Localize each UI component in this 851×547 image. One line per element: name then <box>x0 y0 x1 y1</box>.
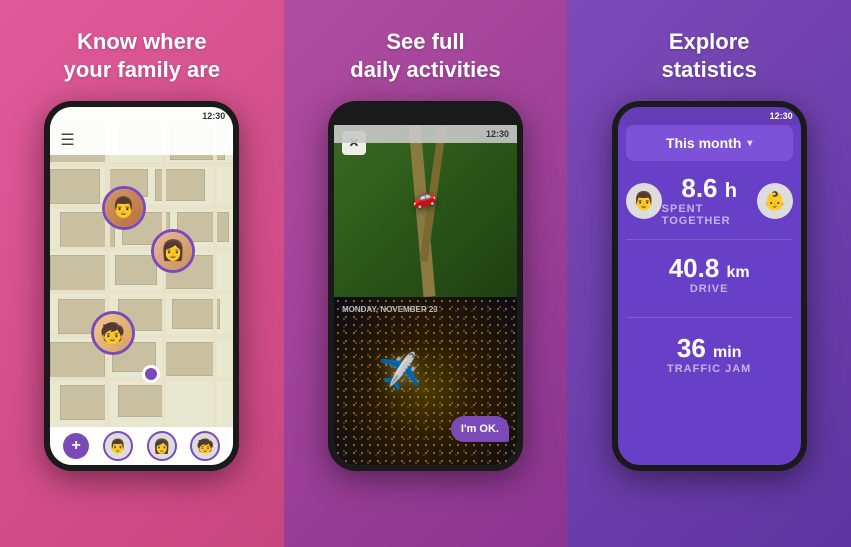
period-selector[interactable]: This month ▾ <box>626 125 793 161</box>
stat-hours-block: 8.6 h SPENT TOGETHER <box>662 175 757 227</box>
activity-screen: 12:30 ✕ 🚗 <box>334 125 517 465</box>
phone-1-screen: ☰ 12:30 👨 👩 🧒 <box>50 107 233 465</box>
airplane-icon: ✈️ <box>377 350 423 394</box>
avatar-pin-woman: 👩 <box>151 229 195 273</box>
stat-row-drive: 40.8 km DRIVE <box>626 255 793 295</box>
stat-drive-label: DRIVE <box>690 283 729 295</box>
status-bar-3: 12:30 <box>618 107 801 125</box>
avatar-baby-stat: 👶 <box>757 183 793 219</box>
stat-hours-value: 8.6 h <box>681 175 737 201</box>
bottom-avatar-man[interactable]: 👨 <box>103 431 133 461</box>
stat-row-hours: 👨 8.6 h SPENT TOGETHER 👶 <box>626 175 793 227</box>
map-screen: ☰ 12:30 👨 👩 🧒 <box>50 107 233 465</box>
status-bar-1: 12:30 <box>50 107 233 125</box>
location-dot <box>142 365 160 383</box>
map-header: ☰ <box>50 125 233 155</box>
avatar-pin-child: 🧒 <box>91 311 135 355</box>
add-button[interactable]: + <box>63 433 89 459</box>
phone-2-frame: 12:30 ✕ 🚗 <box>328 101 523 471</box>
stat-traffic-label: TRAFFIC JAM <box>667 363 751 375</box>
stat-drive-block: 40.8 km DRIVE <box>626 255 793 295</box>
avatar-pin-man: 👨 <box>102 186 146 230</box>
stat-row-traffic: 36 min TRAFFIC JAM <box>626 335 793 375</box>
status-time-2: 12:30 <box>486 129 509 139</box>
bottom-avatar-child[interactable]: 🧒 <box>190 431 220 461</box>
date-badge: MONDAY, NOVEMBER 23 <box>342 305 438 314</box>
status-bar-2: 12:30 <box>334 125 517 143</box>
panel-2-title: See fulldaily activities <box>350 28 500 83</box>
bottom-avatar-woman[interactable]: 👩 <box>147 431 177 461</box>
stat-drive-value: 40.8 km <box>669 255 750 281</box>
panel-know-where: Know whereyour family are <box>0 0 284 547</box>
message-bubble: I'm OK. <box>451 416 509 442</box>
stat-hours-label: SPENT TOGETHER <box>662 203 757 227</box>
terrain-map: ✕ 🚗 <box>334 125 517 297</box>
night-city-map: MONDAY, NOVEMBER 23 ✈️ I'm OK. <box>334 297 517 465</box>
period-label: This month <box>666 135 741 151</box>
stat-divider-2 <box>626 317 793 318</box>
panel-activities: See fulldaily activities 12:30 ✕ <box>284 0 568 547</box>
chevron-down-icon: ▾ <box>747 138 752 149</box>
status-time-3: 12:30 <box>770 111 793 121</box>
stat-traffic-value: 36 min <box>677 335 742 361</box>
bottom-bar: + 👨 👩 🧒 <box>50 427 233 465</box>
avatar-man-stat: 👨 <box>626 183 662 219</box>
stat-divider-1 <box>626 239 793 240</box>
phone-2-screen: 12:30 ✕ 🚗 <box>334 107 517 465</box>
stats-screen: 12:30 This month ▾ 👨 8.6 h SPENT TOGETHE… <box>618 107 801 465</box>
status-time-1: 12:30 <box>202 111 225 121</box>
stat-traffic-block: 36 min TRAFFIC JAM <box>626 335 793 375</box>
panel-1-title: Know whereyour family are <box>64 28 221 83</box>
menu-icon[interactable]: ☰ <box>60 130 74 150</box>
phone-1-frame: ☰ 12:30 👨 👩 🧒 <box>44 101 239 471</box>
phone-3-screen: 12:30 This month ▾ 👨 8.6 h SPENT TOGETHE… <box>618 107 801 465</box>
panel-statistics: Explorestatistics 12:30 This month ▾ 👨 8… <box>567 0 851 547</box>
panel-3-title: Explorestatistics <box>661 28 756 83</box>
phone-3-frame: 12:30 This month ▾ 👨 8.6 h SPENT TOGETHE… <box>612 101 807 471</box>
